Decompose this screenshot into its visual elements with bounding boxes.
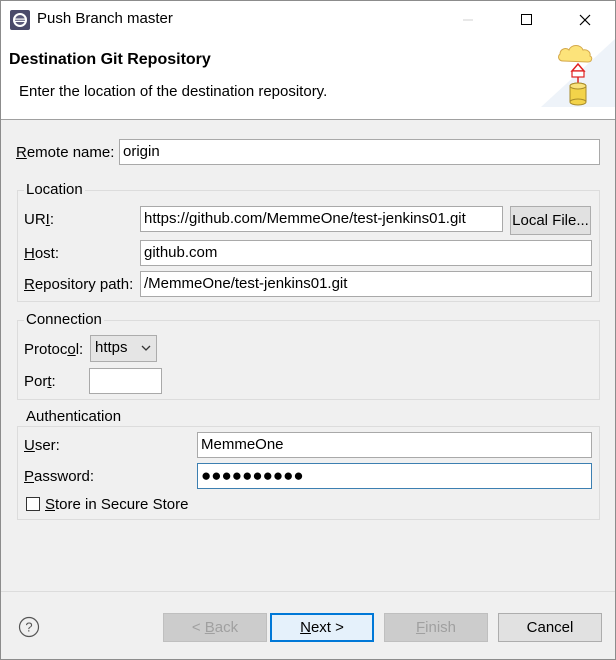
protocol-value: https bbox=[95, 339, 128, 356]
connection-group-title: Connection bbox=[24, 311, 104, 328]
local-file-button[interactable]: Local File... bbox=[510, 206, 591, 235]
authentication-group-title: Authentication bbox=[24, 408, 124, 425]
protocol-select[interactable]: https bbox=[90, 335, 157, 362]
user-label: User: bbox=[24, 437, 60, 454]
repository-path-input[interactable]: /MemmeOne/test-jenkins01.git bbox=[140, 271, 592, 297]
host-label: Host: bbox=[24, 245, 60, 262]
chevron-down-icon bbox=[141, 345, 151, 351]
password-input[interactable]: ●●●●●●●●●● bbox=[197, 463, 592, 489]
store-secure-checkbox[interactable] bbox=[26, 497, 40, 511]
password-label: Password: bbox=[24, 468, 95, 485]
help-icon[interactable]: ? bbox=[18, 616, 40, 638]
page-title: Destination Git Repository bbox=[9, 51, 211, 68]
port-input[interactable] bbox=[89, 368, 162, 394]
remote-name-input[interactable]: origin bbox=[119, 139, 600, 165]
maximize-icon[interactable] bbox=[503, 1, 549, 39]
close-icon[interactable] bbox=[561, 1, 607, 39]
finish-button[interactable]: Finish bbox=[384, 613, 488, 642]
eclipse-icon bbox=[10, 10, 30, 30]
protocol-label: Protocol: bbox=[24, 341, 84, 358]
back-button[interactable]: < Back bbox=[163, 613, 267, 642]
footer-separator bbox=[1, 591, 615, 592]
uri-input[interactable]: https://github.com/MemmeOne/test-jenkins… bbox=[140, 206, 503, 232]
user-input[interactable]: MemmeOne bbox=[197, 432, 592, 458]
cloud-push-database-icon bbox=[541, 39, 615, 107]
store-secure-label: Store in Secure Store bbox=[45, 496, 189, 513]
uri-label: URI: bbox=[24, 211, 55, 228]
host-input[interactable]: github.com bbox=[140, 240, 592, 266]
minimize-icon[interactable] bbox=[445, 1, 491, 39]
next-button[interactable]: Next > bbox=[270, 613, 374, 642]
page-description: Enter the location of the destination re… bbox=[19, 83, 328, 100]
title-bar: Push Branch master bbox=[1, 1, 615, 39]
push-branch-dialog: Push Branch master Destination Git Repos… bbox=[0, 0, 616, 660]
cancel-button[interactable]: Cancel bbox=[498, 613, 602, 642]
location-group-title: Location bbox=[24, 181, 85, 198]
remote-name-label: Remote name: bbox=[16, 144, 115, 161]
port-label: Port: bbox=[24, 373, 56, 390]
wizard-banner: Destination Git Repository Enter the loc… bbox=[1, 39, 615, 120]
window-title: Push Branch master bbox=[37, 10, 173, 27]
svg-text:?: ? bbox=[25, 620, 32, 635]
repository-path-label: Repository path: bbox=[24, 276, 134, 293]
